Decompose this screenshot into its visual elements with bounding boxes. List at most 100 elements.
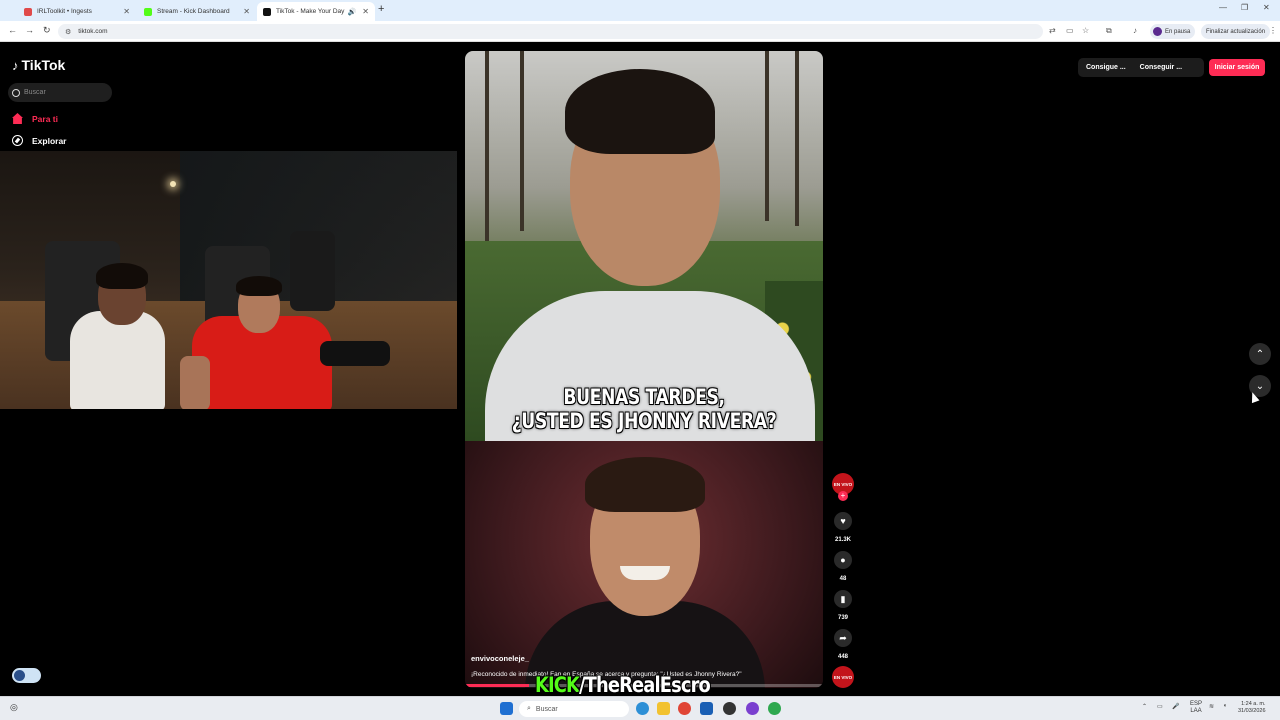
- video-frame-top: [465, 51, 823, 441]
- nav-item-explore[interactable]: Explorar: [12, 135, 67, 146]
- new-tab-button[interactable]: +: [378, 3, 384, 15]
- chevron-down-icon: ⌄: [1255, 380, 1265, 392]
- store-icon[interactable]: [700, 702, 713, 715]
- previous-video-button[interactable]: ⌃: [1249, 343, 1271, 365]
- search-input[interactable]: [24, 89, 104, 96]
- heart-icon: ♥: [840, 516, 846, 526]
- clock-date: 31/03/2026: [1238, 708, 1266, 714]
- update-button[interactable]: Finalizar actualización: [1201, 24, 1271, 39]
- widgets-icon[interactable]: ◎: [10, 702, 18, 713]
- video-frame-bottom: [465, 441, 823, 688]
- mini-player-toggle[interactable]: [12, 668, 41, 683]
- comment-icon: ●: [840, 555, 846, 565]
- tiktok-favicon-icon: [263, 7, 271, 16]
- share-arrow-icon: ➦: [839, 632, 847, 643]
- tray-chevron-icon[interactable]: ⌃: [1142, 703, 1147, 710]
- live-label: EN VIVO: [833, 481, 853, 487]
- save-count: 739: [837, 615, 848, 621]
- search-icon: ⌕: [527, 705, 531, 712]
- share-button[interactable]: ➦: [834, 629, 852, 647]
- app-icon[interactable]: [768, 702, 781, 715]
- tab-tiktok[interactable]: TikTok - Make Your Day 🔊 ✕: [257, 2, 375, 21]
- irltoolkit-favicon-icon: [24, 7, 32, 16]
- tiktok-logo[interactable]: ♪ TikTok: [12, 57, 65, 73]
- clock-time: 1:24 a. m.: [1241, 701, 1266, 707]
- progress-fill: [465, 684, 530, 687]
- chrome-icon[interactable]: [678, 702, 691, 715]
- lamp: [170, 181, 176, 187]
- save-button[interactable]: ▮: [834, 590, 852, 608]
- tiktok-page: ♪ TikTok Para ti Explorar: [0, 43, 1280, 697]
- lang-bottom: LAA: [1190, 708, 1202, 714]
- share-count: 448: [837, 654, 848, 660]
- live-label: EN VIVO: [833, 674, 853, 680]
- profile-button[interactable]: En pausa: [1150, 24, 1196, 39]
- address-bar[interactable]: ⚙ tiktok.com: [58, 24, 1043, 39]
- app-icon[interactable]: [746, 702, 759, 715]
- back-icon[interactable]: ←: [8, 25, 17, 35]
- start-icon[interactable]: [500, 702, 513, 715]
- kick-favicon-icon: [144, 7, 152, 16]
- speaker-icon[interactable]: 🔊: [348, 8, 357, 16]
- translate-icon[interactable]: ⇄: [1049, 26, 1056, 35]
- comment-button[interactable]: ●: [834, 551, 852, 569]
- tab-irltoolkit[interactable]: IRLToolkit • Ingests ✕: [18, 2, 136, 21]
- gaming-chair: [290, 231, 335, 311]
- reload-icon[interactable]: ↻: [43, 25, 51, 36]
- avatar: [1153, 27, 1162, 36]
- close-icon[interactable]: ✕: [243, 7, 250, 16]
- comment-count: 48: [839, 576, 847, 582]
- minimize-icon[interactable]: —: [1219, 3, 1227, 12]
- taskbar-search[interactable]: ⌕ Buscar: [519, 701, 629, 717]
- more-menu-icon[interactable]: ⋮: [1269, 26, 1277, 35]
- update-label: Finalizar actualización: [1206, 28, 1266, 35]
- tab-kick-dashboard[interactable]: Stream - Kick Dashboard ✕: [138, 2, 256, 21]
- tab-title: TikTok - Make Your Day: [276, 8, 345, 15]
- close-icon[interactable]: ✕: [123, 7, 130, 16]
- search-field[interactable]: [8, 83, 112, 102]
- like-count: 21.3K: [834, 537, 851, 543]
- maximize-icon[interactable]: ❐: [1241, 3, 1248, 12]
- caption-line: BUENAS TARDES,: [563, 385, 725, 409]
- language-indicator[interactable]: ESP LAA: [1190, 701, 1202, 715]
- kick-word: KICK: [535, 673, 580, 697]
- tab-title: IRLToolkit • Ingests: [37, 8, 92, 15]
- nav-label: Explorar: [32, 135, 67, 146]
- media-control-icon[interactable]: ♪: [1133, 26, 1137, 35]
- like-button[interactable]: ♥: [834, 512, 852, 530]
- video-player[interactable]: BUENAS TARDES, ¿USTED ES JHONNY RIVERA? …: [465, 51, 823, 688]
- taskbar-search-placeholder: Buscar: [535, 705, 558, 713]
- obs-icon[interactable]: [723, 702, 736, 715]
- url-text: tiktok.com: [78, 28, 108, 35]
- follow-plus-icon[interactable]: +: [838, 491, 848, 501]
- microphone-icon[interactable]: 🎤: [1172, 703, 1179, 710]
- close-window-icon[interactable]: ✕: [1263, 3, 1270, 12]
- site-info-icon[interactable]: ⚙: [65, 28, 71, 36]
- home-icon: [12, 113, 23, 124]
- system-clock[interactable]: 1:24 a. m. 31/03/2026: [1238, 701, 1266, 715]
- volume-icon[interactable]: ◖: [1223, 703, 1227, 709]
- login-button[interactable]: Iniciar sesión: [1209, 59, 1265, 76]
- cast-icon[interactable]: ▭: [1066, 26, 1074, 35]
- edge-icon[interactable]: [636, 702, 649, 715]
- address-toolbar: ← → ↻ ⚙ tiktok.com ⇄ ▭ ☆ ⧉ ♪ En pausa Fi…: [0, 21, 1280, 42]
- extensions-icon[interactable]: ⧉: [1106, 26, 1112, 36]
- wifi-icon[interactable]: ≋: [1209, 703, 1214, 710]
- file-explorer-icon[interactable]: [657, 702, 670, 715]
- browser-tab-bar: IRLToolkit • Ingests ✕ Stream - Kick Das…: [0, 0, 1280, 21]
- network-icon[interactable]: ▭: [1157, 703, 1163, 710]
- tab-title: Stream - Kick Dashboard: [157, 8, 230, 15]
- close-icon[interactable]: ✕: [362, 7, 369, 16]
- video-author[interactable]: envivoconeleje_: [471, 654, 529, 663]
- nav-label: Para ti: [32, 113, 58, 124]
- compass-icon: [12, 135, 23, 146]
- caption-line: ¿USTED ES JHONNY RIVERA?: [511, 409, 777, 433]
- chevron-up-icon: ⌃: [1255, 348, 1265, 360]
- bookmark-star-icon[interactable]: ☆: [1082, 26, 1089, 35]
- get-app-button[interactable]: Conseguir ...: [1126, 64, 1182, 71]
- live-disc-icon[interactable]: EN VIVO: [832, 666, 854, 688]
- forward-icon[interactable]: →: [25, 25, 34, 35]
- bookmark-icon: ▮: [840, 593, 846, 604]
- nav-item-for-you[interactable]: Para ti: [12, 113, 58, 124]
- get-coins-button[interactable]: Consigue ...: [1078, 64, 1126, 71]
